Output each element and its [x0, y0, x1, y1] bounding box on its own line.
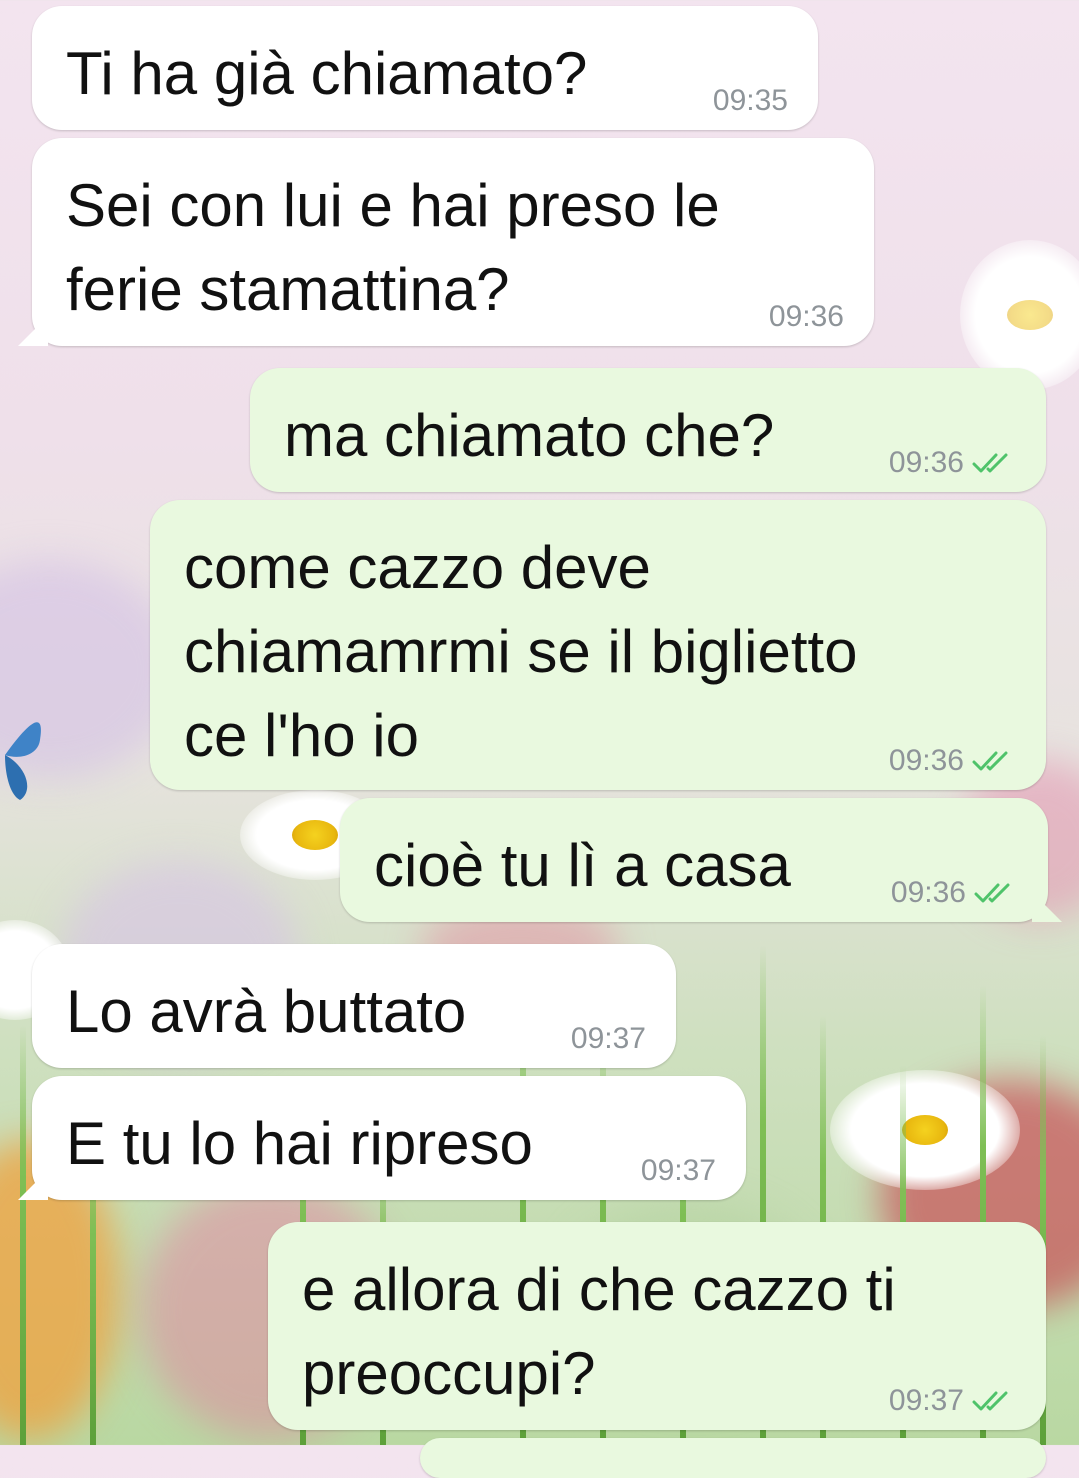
message-time: 09:37 [888, 1384, 964, 1417]
message-meta: 09:35 [713, 86, 788, 116]
message-text: e allora di che cazzo ti preoccupi? [302, 1256, 896, 1407]
message-meta: 09:36 [889, 746, 1016, 776]
message-time: 09:36 [888, 744, 964, 777]
message-bubble-incoming[interactable]: Lo avrà buttato 09:37 [32, 944, 676, 1068]
read-double-check-icon [972, 751, 1008, 771]
message-time: 09:36 [768, 300, 844, 333]
message-text: Ti ha già chiamato? [66, 40, 588, 107]
message-text: E tu lo hai ripreso [66, 1110, 533, 1177]
message-meta: 09:37 [571, 1024, 646, 1054]
message-meta: 09:36 [889, 448, 1016, 478]
message-text: Lo avrà buttato [66, 978, 467, 1045]
message-bubble-outgoing[interactable]: cioè tu lì a casa 09:36 [340, 798, 1062, 922]
message-bubble-outgoing[interactable]: ma chiamato che? 09:36 [250, 368, 1046, 492]
message-meta: 09:37 [889, 1386, 1016, 1416]
message-time: 09:37 [640, 1154, 716, 1187]
chat-message-list[interactable]: Ti ha già chiamato? 09:35 Sei con lui e … [0, 0, 1079, 1478]
message-bubble-incoming[interactable]: E tu lo hai ripreso 09:37 [18, 1076, 746, 1200]
bubble-tail [1032, 892, 1062, 922]
bubble-tail [18, 316, 48, 346]
message-bubble-incoming[interactable]: Sei con lui e hai preso le ferie stamatt… [18, 138, 874, 346]
message-time: 09:36 [890, 876, 966, 909]
read-double-check-icon [972, 1391, 1008, 1411]
message-meta: 09:37 [641, 1156, 716, 1186]
bubble-tail [18, 1170, 48, 1200]
message-text: come cazzo deve chiamamrmi se il bigliet… [184, 534, 858, 769]
message-bubble-incoming[interactable]: Ti ha già chiamato? 09:35 [32, 6, 818, 130]
message-text: Sei con lui e hai preso le ferie stamatt… [66, 172, 720, 323]
message-text: ma chiamato che? [284, 402, 775, 469]
message-time: 09:37 [570, 1022, 646, 1055]
message-meta: 09:36 [891, 878, 1018, 908]
read-double-check-icon [972, 453, 1008, 473]
message-bubble-outgoing[interactable]: come cazzo deve chiamamrmi se il bigliet… [150, 500, 1046, 790]
read-double-check-icon [974, 883, 1010, 903]
message-meta: 09:36 [769, 302, 844, 332]
message-bubble-outgoing-partial[interactable] [420, 1438, 1046, 1478]
message-text: cioè tu lì a casa [374, 832, 791, 899]
message-time: 09:35 [712, 84, 788, 117]
message-time: 09:36 [888, 446, 964, 479]
message-bubble-outgoing[interactable]: e allora di che cazzo ti preoccupi? 09:3… [268, 1222, 1046, 1430]
